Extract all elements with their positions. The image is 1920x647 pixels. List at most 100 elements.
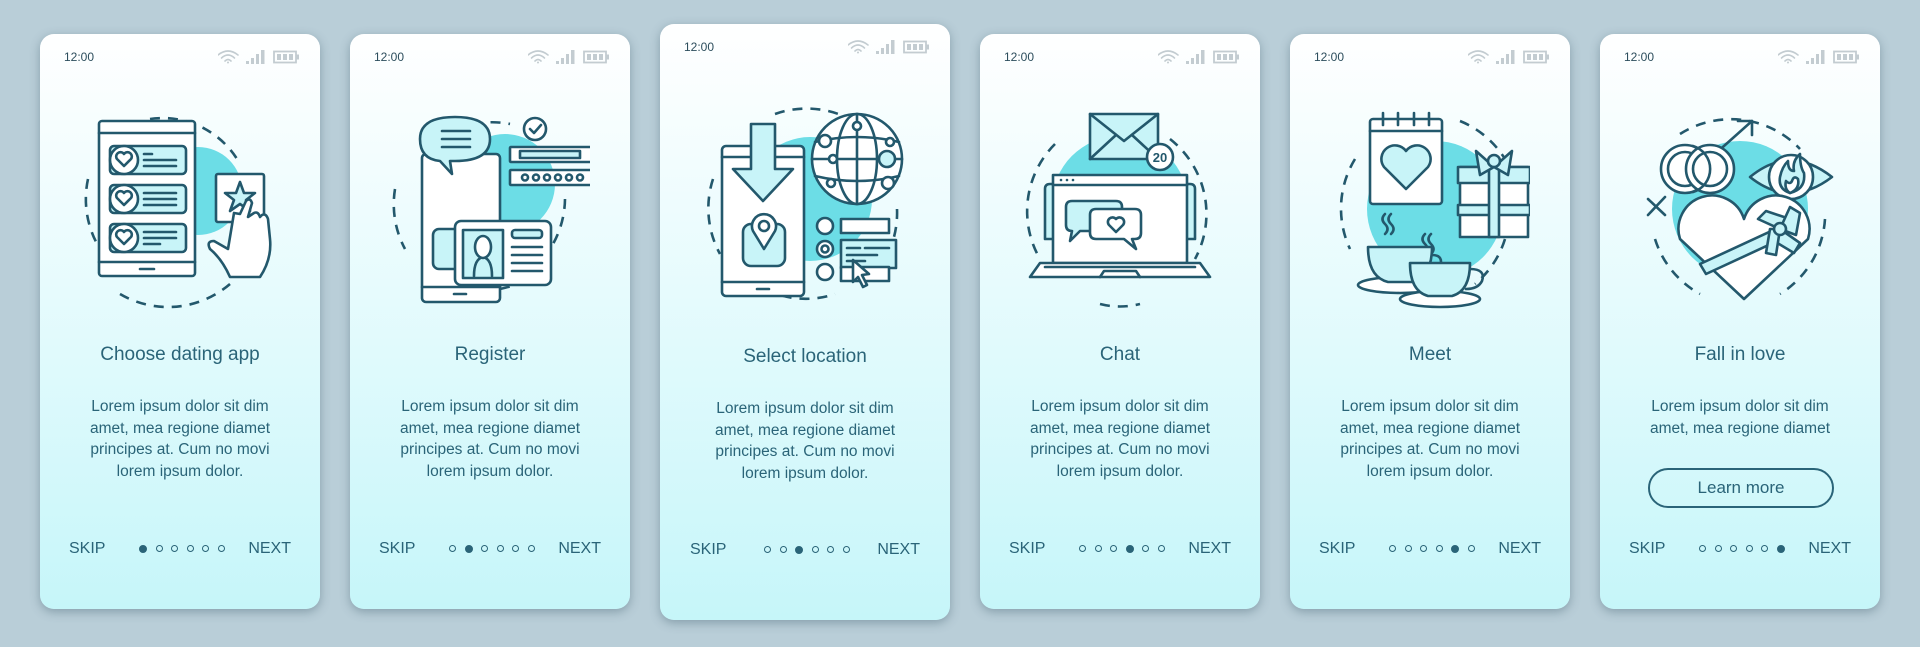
page-dot[interactable] — [171, 545, 179, 552]
description-line: Lorem ipsum dolor sit dim — [401, 398, 579, 415]
description-line: lorem ipsum dolor. — [1056, 462, 1184, 480]
page-dot[interactable] — [1094, 545, 1102, 552]
next-button[interactable]: NEXT — [1188, 540, 1231, 558]
wifi-icon — [1467, 50, 1489, 64]
status-time: 12:00 — [1624, 50, 1655, 64]
page-dot[interactable] — [1079, 545, 1087, 552]
onboarding-card-choose-dating-app: 12:00 Choose dating app Lorem ipsum dolo… — [40, 34, 320, 609]
page-dot[interactable] — [1420, 545, 1428, 552]
description-line: Lorem ipsum dolor sit dim — [716, 400, 894, 417]
card-description: Lorem ipsum dolor sit dim amet, mea regi… — [370, 396, 610, 482]
page-dot[interactable] — [1389, 545, 1397, 552]
unread-badge: 20 — [1153, 150, 1167, 165]
page-dot[interactable] — [1761, 545, 1769, 552]
description-line: principes at. Cum no movi — [90, 441, 270, 458]
wifi-icon — [217, 50, 239, 64]
signal-icon — [1496, 50, 1515, 64]
card-description: Lorem ipsum dolor sit dim amet, mea regi… — [60, 396, 300, 482]
description-line: lorem ipsum dolor. — [116, 462, 244, 480]
card-description: Lorem ipsum dolor sit dim amet, mea regi… — [1310, 396, 1550, 482]
learn-more-button[interactable]: Learn more — [1648, 468, 1834, 508]
page-dot-active[interactable] — [464, 545, 473, 553]
page-dot[interactable] — [1110, 545, 1118, 552]
card-description: Lorem ipsum dolor sit dim amet, mea regi… — [680, 398, 930, 484]
page-dot-active[interactable] — [795, 546, 804, 554]
page-dot-active[interactable] — [139, 545, 148, 553]
page-dot[interactable] — [527, 545, 535, 552]
page-dot[interactable] — [1157, 545, 1165, 552]
signal-icon — [556, 50, 575, 64]
page-dot[interactable] — [1435, 545, 1443, 552]
page-dot[interactable] — [202, 545, 210, 552]
next-button[interactable]: NEXT — [877, 541, 920, 559]
onboarding-card-select-location: 12:00 Select location Lorem ipsum dolor … — [660, 24, 950, 620]
page-dot[interactable] — [496, 545, 504, 552]
pagination-nav: SKIP NEXT — [40, 540, 320, 560]
registration-icon — [392, 115, 590, 304]
description-line: amet, mea regione diamet — [1029, 419, 1211, 437]
card-title: Select location — [743, 346, 867, 367]
description-line: Lorem ipsum dolor sit dim — [91, 398, 269, 415]
page-dot[interactable] — [842, 546, 850, 553]
card-title: Register — [454, 344, 526, 365]
page-dot[interactable] — [779, 546, 787, 553]
page-dot[interactable] — [1714, 545, 1722, 552]
page-dot[interactable] — [217, 545, 225, 552]
description-line: Lorem ipsum dolor sit dim — [1651, 398, 1829, 415]
pagination-nav: SKIP NEXT — [1600, 540, 1880, 560]
status-time: 12:00 — [1004, 50, 1035, 64]
wifi-icon — [1157, 50, 1179, 64]
battery-icon — [1213, 50, 1239, 64]
page-dot[interactable] — [811, 546, 819, 553]
next-button[interactable]: NEXT — [558, 540, 601, 558]
page-dot[interactable] — [481, 545, 489, 552]
page-dot[interactable] — [512, 545, 520, 552]
description-line: lorem ipsum dolor. — [426, 462, 554, 480]
wifi-icon — [527, 50, 549, 64]
page-dot[interactable] — [827, 546, 835, 553]
page-dot[interactable] — [764, 546, 772, 553]
next-button[interactable]: NEXT — [1808, 540, 1851, 558]
status-time: 12:00 — [684, 40, 715, 54]
card-title: Meet — [1408, 344, 1452, 365]
next-button[interactable]: NEXT — [1498, 540, 1541, 558]
status-time: 12:00 — [64, 50, 95, 64]
onboarding-card-register: 12:00 Register Lorem ipsum dolor sit dim… — [350, 34, 630, 609]
pagination-nav: SKIP NEXT — [1290, 540, 1570, 560]
card-title: Chat — [1099, 344, 1141, 365]
page-dot-active[interactable] — [1125, 545, 1134, 553]
status-time: 12:00 — [1314, 50, 1345, 64]
page-dot[interactable] — [1745, 545, 1753, 552]
page-dot[interactable] — [1699, 545, 1707, 552]
card-description: Lorem ipsum dolor sit dim amet, mea regi… — [1620, 396, 1860, 439]
description-line: amet, mea regione diamet — [89, 419, 271, 437]
signal-icon — [876, 40, 895, 54]
page-dot[interactable] — [155, 545, 163, 552]
page-dot-active[interactable] — [1451, 545, 1460, 553]
description-line: amet, mea regione diamet — [1339, 419, 1521, 437]
status-icons — [1157, 50, 1240, 64]
page-dot[interactable] — [1404, 545, 1412, 552]
fall-in-love-icon — [1646, 117, 1834, 301]
battery-icon — [273, 50, 299, 64]
status-icons — [527, 50, 610, 64]
next-button[interactable]: NEXT — [248, 540, 291, 558]
page-dot[interactable] — [1467, 545, 1475, 552]
signal-icon — [246, 50, 265, 64]
status-icons — [847, 40, 930, 54]
status-time: 12:00 — [374, 50, 405, 64]
description-line: principes at. Cum no movi — [400, 441, 580, 458]
status-icons — [1467, 50, 1550, 64]
page-dot[interactable] — [1142, 545, 1150, 552]
description-line: Lorem ipsum dolor sit dim — [1031, 398, 1209, 415]
pagination-nav: SKIP NEXT — [980, 540, 1260, 560]
status-icons — [217, 50, 300, 64]
page-dot[interactable] — [1730, 545, 1738, 552]
wifi-icon — [847, 40, 869, 54]
page-dot[interactable] — [186, 545, 194, 552]
page-dot[interactable] — [449, 545, 457, 552]
battery-icon — [583, 50, 609, 64]
page-dot-active[interactable] — [1776, 545, 1785, 553]
description-line: amet, mea regione diamet — [1649, 419, 1831, 437]
battery-icon — [903, 40, 929, 54]
